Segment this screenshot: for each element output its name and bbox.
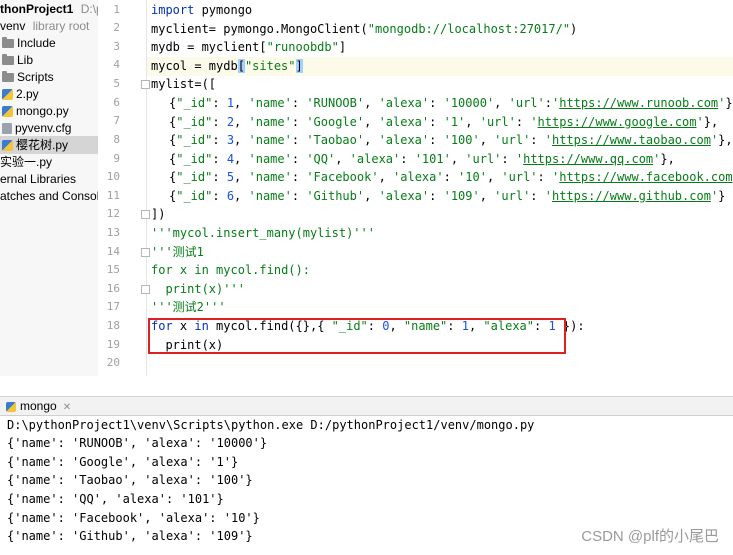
line-number: 10 (106, 170, 120, 183)
project-tree: thonProject1 D:\py venv library root Inc… (0, 0, 98, 376)
project-path: D:\py (80, 2, 98, 16)
python-file-icon (2, 106, 13, 118)
tree-item-label: Include (17, 36, 56, 50)
tree-item-label: mongo.py (16, 104, 69, 118)
code-line: for x in mycol.find(): (151, 263, 310, 277)
code-line: print(x)''' (151, 282, 245, 296)
config-file-icon (2, 123, 12, 135)
watermark: CSDN @plf的小尾巴 (581, 528, 719, 545)
line-number: 13 (106, 226, 120, 239)
code-line: ]) (151, 207, 166, 221)
line-number: 9 (113, 152, 120, 165)
line-number: 2 (113, 21, 120, 34)
output-line: {'name': 'Taobao', 'alexa': '100'} (7, 473, 253, 487)
tree-item-pyvenv[interactable]: pyvenv.cfg (2, 119, 71, 137)
panel-splitter[interactable] (0, 376, 733, 396)
tree-scratches[interactable]: atches and Console (0, 187, 98, 205)
tree-item-label: 2.py (16, 87, 39, 101)
code-line: mydb = myclient["runoobdb"] (151, 40, 347, 54)
tree-item-mongo[interactable]: mongo.py (2, 102, 69, 120)
tree-external-libraries[interactable]: ernal Libraries (0, 170, 76, 188)
python-file-icon (2, 89, 13, 101)
tree-item-lib[interactable]: Lib (2, 51, 33, 69)
tree-item-label: pyvenv.cfg (15, 121, 72, 135)
line-number: 15 (106, 263, 120, 276)
tree-item-label: 樱花树.py (16, 138, 69, 152)
run-tab-mongo[interactable]: mongo ✕ (0, 397, 71, 415)
tree-item-scripts[interactable]: Scripts (2, 68, 54, 86)
code-line: {"_id": 2, 'name': 'Google', 'alexa': '1… (169, 115, 719, 129)
line-number: 8 (113, 133, 120, 146)
url-link[interactable]: https://www.github.com (552, 189, 711, 203)
run-tab-label: mongo (20, 399, 57, 413)
code-line: {"_id": 5, 'name': 'Facebook', 'alexa': … (169, 170, 733, 184)
tree-item-label: 实验一.py (0, 155, 53, 169)
code-line: {"_id": 6, 'name': 'Github', 'alexa': '1… (169, 189, 726, 203)
tree-item-include[interactable]: Include (2, 34, 56, 52)
python-file-icon (2, 140, 13, 152)
code-line: mylist=([ (151, 77, 217, 91)
code-line: import pymongo (151, 3, 253, 17)
line-number: 19 (106, 338, 120, 351)
line-number: 14 (106, 245, 120, 258)
run-command: D:\pythonProject1\venv\Scripts\python.ex… (7, 418, 535, 432)
tree-item-label: ernal Libraries (0, 172, 77, 186)
close-icon[interactable]: ✕ (63, 402, 71, 413)
folder-icon (2, 54, 14, 66)
line-number: 7 (113, 114, 120, 127)
url-link[interactable]: https://www.runoob.com (559, 96, 718, 110)
line-number: 11 (106, 189, 120, 202)
run-tab-bar: mongo ✕ (0, 396, 733, 416)
python-file-icon (6, 401, 16, 412)
output-line: {'name': 'QQ', 'alexa': '101'} (7, 492, 224, 506)
line-number: 20 (106, 356, 120, 369)
output-line: {'name': 'Google', 'alexa': '1'} (7, 455, 239, 469)
highlight-box (148, 318, 566, 354)
tree-item-label: Lib (17, 53, 34, 67)
venv-note: library root (32, 19, 90, 33)
tree-item-label: atches and Console (0, 189, 98, 203)
folder-icon (2, 37, 14, 49)
tree-item-sakura[interactable]: 樱花树.py (0, 136, 98, 154)
project-name: thonProject1 (0, 2, 74, 16)
line-number: 16 (106, 282, 120, 295)
url-link[interactable]: https://www.taobao.com (552, 133, 711, 147)
tree-venv[interactable]: venv library root (0, 17, 89, 35)
line-number: 18 (106, 319, 120, 332)
editor-gutter: 1 2 3 4 5 6 7 8 9 10 11 12 13 14 15 16 1… (98, 0, 150, 376)
tree-item-label: Scripts (17, 70, 54, 84)
tree-item-experiment[interactable]: 实验一.py (0, 153, 52, 171)
code-line-current: mycol = mydb["sites"] (147, 57, 733, 76)
code-line: {"_id": 4, 'name': 'QQ', 'alexa': '101',… (169, 152, 675, 166)
line-number: 6 (113, 96, 120, 109)
url-link[interactable]: https://www.google.com (538, 115, 697, 129)
url-link[interactable]: https://www.qq.com (523, 152, 653, 166)
code-line: '''测试2''' (151, 300, 226, 314)
line-number: 17 (106, 300, 120, 313)
output-line: {'name': 'Github', 'alexa': '109'} (7, 529, 253, 543)
url-link[interactable]: https://www.facebook.com (559, 170, 732, 184)
code-line: {"_id": 1, 'name': 'RUNOOB', 'alexa': '1… (169, 96, 733, 110)
code-line: myclient= pymongo.MongoClient("mongodb:/… (151, 22, 578, 36)
tree-item-2py[interactable]: 2.py (2, 85, 39, 103)
line-number: 4 (113, 58, 120, 71)
line-number: 3 (113, 40, 120, 53)
output-line: {'name': 'RUNOOB', 'alexa': '10000'} (7, 436, 268, 450)
line-number: 5 (113, 77, 120, 90)
code-line: {"_id": 3, 'name': 'Taobao', 'alexa': '1… (169, 133, 733, 147)
line-number: 12 (106, 207, 120, 220)
tree-root[interactable]: thonProject1 D:\py (0, 0, 98, 18)
output-line: {'name': 'Facebook', 'alexa': '10'} (7, 511, 260, 525)
folder-icon (2, 71, 14, 83)
venv-label: venv (0, 19, 26, 33)
code-line: '''mycol.insert_many(mylist)''' (151, 226, 375, 240)
line-number: 1 (113, 3, 120, 16)
code-line: '''测试1 (151, 245, 204, 259)
